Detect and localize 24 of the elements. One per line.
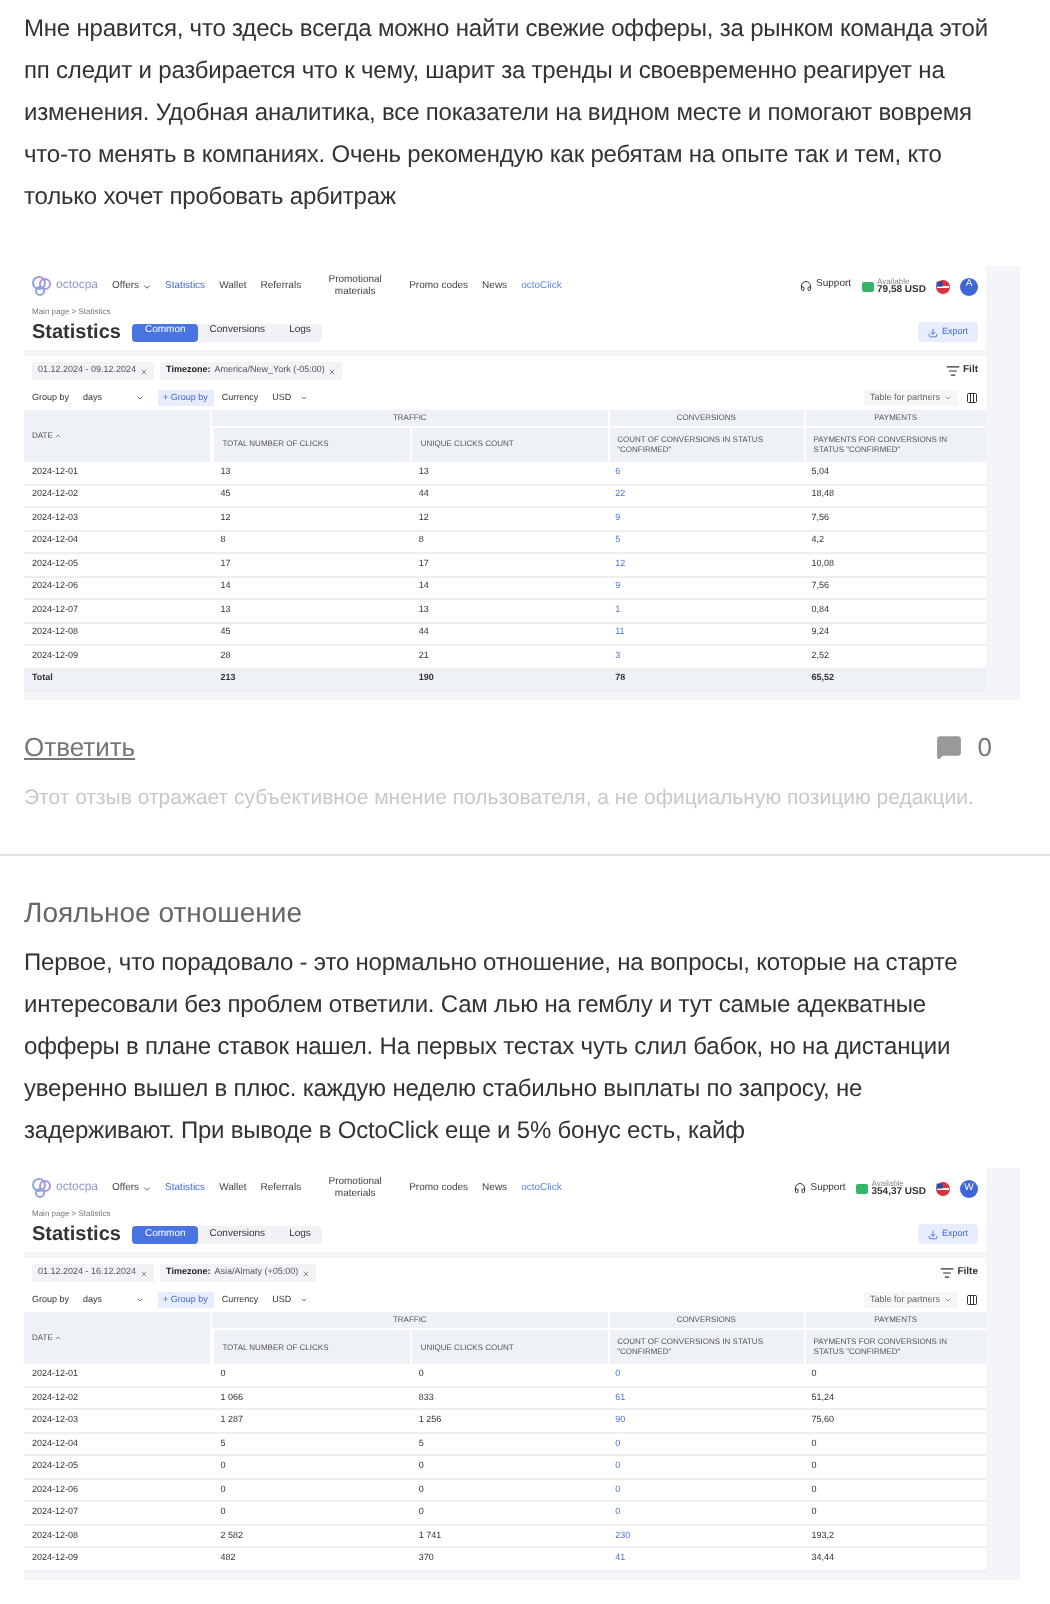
- headset-icon: [794, 1182, 807, 1195]
- comment-count: 0: [977, 730, 992, 766]
- caret-icon: [141, 1183, 152, 1194]
- flag-icon[interactable]: [936, 1181, 950, 1196]
- wallet-icon: [861, 281, 874, 291]
- review-title: Лояльное отношение: [24, 894, 304, 933]
- columns-icon[interactable]: [966, 392, 978, 404]
- review-text: Первое, что порадовало - это нормально отношение, на вопросы, которые на старте интересовали без проблем ответили. Сам лью на гемблу и тут самые адекватные офферы в плане ставок нашел. На первых тестах чуть слил бабок, но на дистанции уверенно вышел в плюс. каждую неделю стабильно выплаты по запросу, не задерживают. При выводе в OctoClick еще и 5% бонус есть, кайф: [24, 946, 960, 1149]
- review-text: Мне нравится, что здесь всегда можно найти свежие офферы, за рынком команда этой пп следит и разбирается что к чему, шарит за тренды и своевременно реагирует на изменения. Удобная аналитика, все показатели на видном месте и помогают вовремя что-то менять в компаниях. Очень рекомендую как ребятам на опыте так и тем, кто только хочет пробовать арбитраж: [24, 12, 990, 214]
- page-title: Statistics: [32, 319, 121, 347]
- reply-link[interactable]: Ответить: [24, 728, 136, 767]
- logo-icon: [32, 1178, 52, 1199]
- headset-icon: [800, 280, 813, 292]
- filter-icon[interactable]: [939, 1266, 954, 1281]
- download-icon: [927, 327, 938, 337]
- columns-icon[interactable]: [966, 1294, 978, 1307]
- page-title: Statistics: [32, 1221, 121, 1250]
- comment-icon[interactable]: [935, 734, 962, 761]
- filter-icon[interactable]: [945, 364, 959, 378]
- caret-icon: [141, 281, 152, 291]
- download-icon: [927, 1229, 938, 1240]
- logo-icon: [32, 276, 52, 296]
- wallet-icon: [855, 1183, 868, 1194]
- flag-icon[interactable]: [936, 279, 950, 293]
